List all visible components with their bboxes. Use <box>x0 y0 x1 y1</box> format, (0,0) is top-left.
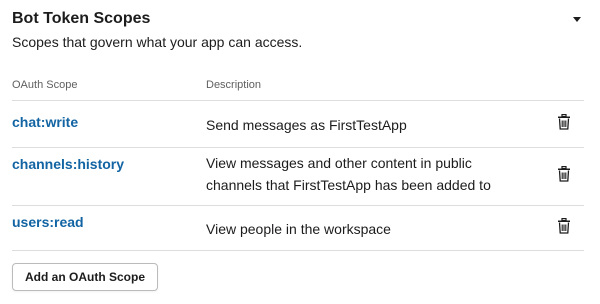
scope-description-line: View messages and other content in publi… <box>206 155 472 171</box>
scope-name-link[interactable]: channels:history <box>12 148 206 172</box>
scope-description: Send messages as FirstTestApp <box>206 117 407 133</box>
remove-scope-button[interactable] <box>554 113 574 135</box>
scope-name-link[interactable]: users:read <box>12 206 206 230</box>
bot-token-scopes-panel: Bot Token Scopes Scopes that govern what… <box>0 0 600 304</box>
scopes-table: OAuth Scope Description chat:write Send … <box>12 70 584 251</box>
scope-description: View messages and other content in publi… <box>206 148 544 196</box>
header-oauth-scope: OAuth Scope <box>12 79 78 91</box>
table-row: chat:write Send messages as FirstTestApp <box>12 101 584 148</box>
table-header-row: OAuth Scope Description <box>12 70 584 101</box>
scope-description-line: channels that FirstTestApp has been adde… <box>206 177 491 193</box>
trash-icon <box>557 113 571 135</box>
trash-icon <box>557 165 571 187</box>
section-title: Bot Token Scopes <box>12 10 151 27</box>
table-row: users:read View people in the workspace <box>12 206 584 251</box>
table-row: channels:history View messages and other… <box>12 148 584 206</box>
header-description: Description <box>206 79 262 91</box>
section-header: Bot Token Scopes Scopes that govern what… <box>12 8 588 52</box>
remove-scope-button[interactable] <box>554 165 574 187</box>
caret-down-icon[interactable] <box>573 17 581 22</box>
section-subtitle: Scopes that govern what your app can acc… <box>12 34 303 50</box>
scope-description: View people in the workspace <box>206 221 391 237</box>
trash-icon <box>557 217 571 239</box>
scope-name-link[interactable]: chat:write <box>12 101 206 130</box>
remove-scope-button[interactable] <box>554 217 574 239</box>
add-oauth-scope-button[interactable]: Add an OAuth Scope <box>12 263 158 291</box>
